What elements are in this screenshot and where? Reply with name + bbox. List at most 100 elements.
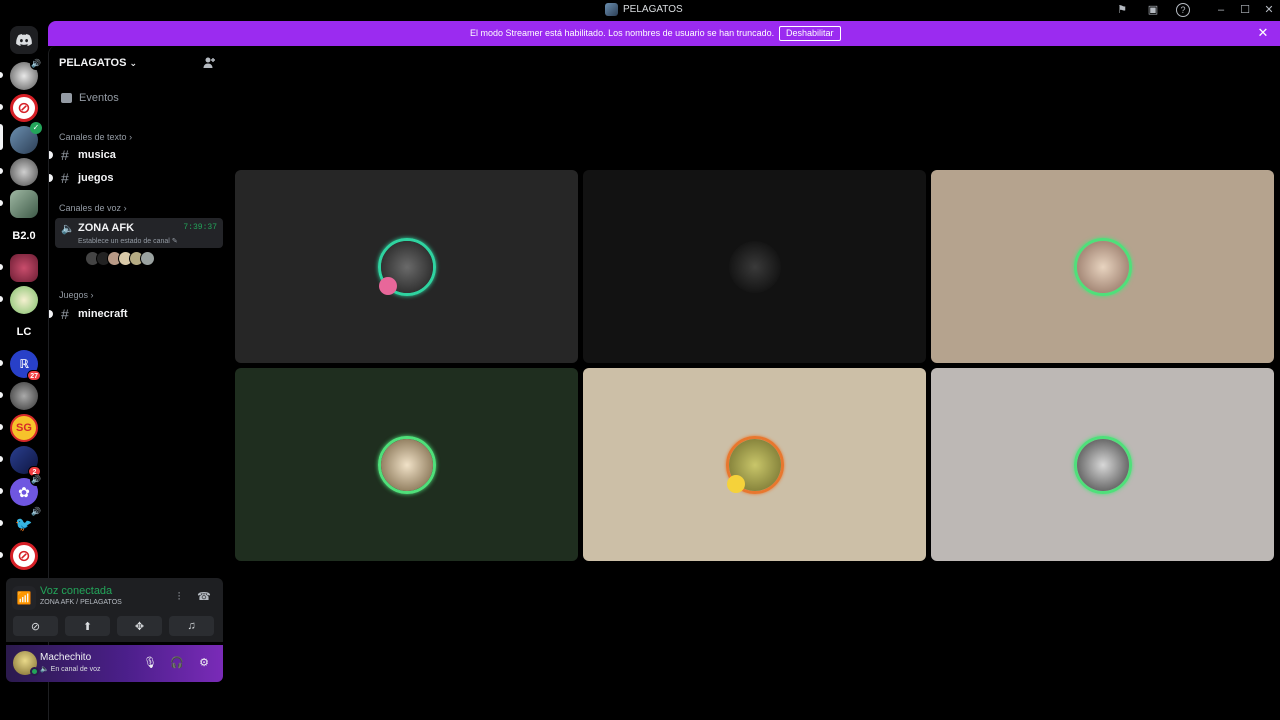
channel-status-hint[interactable]: Establece un estado de canal ✎ [78,237,178,245]
minimize-icon[interactable]: – [1214,3,1228,17]
voice-channel-zona-afk[interactable]: 🔈 ZONA AFK 7:39:37 Establece un estado d… [55,218,223,248]
voice-connected-title[interactable]: Voz conectada [40,585,112,597]
server-icon[interactable]: B2.0 [10,222,38,250]
server-icon[interactable]: 2 [10,446,41,477]
unread-pill [0,168,3,174]
pencil-icon: ✎ [171,238,178,245]
streamer-mode-text: El modo Streamer está habilitado. Los no… [470,28,775,38]
server-label: B2.0 [12,230,36,242]
maximize-icon[interactable]: ☐ [1238,3,1252,17]
server-icon [605,3,618,16]
camera-off-button[interactable]: ⊘ [13,616,58,636]
window-title-text: PELAGATOS [623,4,683,15]
activities-icon: ✥ [134,620,145,633]
unread-pill [0,424,3,430]
participant-tile[interactable] [235,170,578,363]
signal-icon[interactable]: 📶 [12,586,36,610]
channel-musica[interactable]: # musica [61,146,221,164]
server-icon[interactable]: ⊘ [10,542,38,570]
unread-indicator [49,151,53,159]
add-member-icon[interactable] [202,56,216,70]
avatar [380,438,433,491]
events-label: Eventos [79,92,119,104]
username[interactable]: Machechito [40,652,91,663]
avatar [728,240,781,293]
status-hint-text: Establece un estado de canal [78,238,170,245]
screen-share-icon[interactable]: ▣ [1146,3,1160,17]
home-button[interactable] [10,26,38,54]
unread-pill [0,520,3,526]
speaker-icon: 🔈 [40,666,49,673]
donut-decoration-icon [379,277,397,295]
unread-pill [0,552,3,558]
user-status: 🔈 En canal de voz [40,665,100,673]
server-icon[interactable]: ⊘ [10,94,38,122]
chevron-right-icon: › [129,132,133,142]
duck-decoration-icon [727,475,745,493]
server-icon[interactable] [10,254,38,282]
unread-pill [0,488,3,494]
activities-button[interactable]: ✥ [117,616,162,636]
category-label: Juegos [59,290,89,300]
server-icon[interactable]: 🔊 [10,58,42,90]
online-status-icon [30,667,39,676]
category-games[interactable]: Juegos › [59,290,94,300]
server-icon[interactable]: 🐦 🔊 [10,506,42,538]
help-icon[interactable]: ? [1176,3,1190,17]
speaker-icon: 🔊 [30,506,42,518]
voice-timer: 7:39:37 [183,223,217,232]
category-voice-channels[interactable]: Canales de voz › [59,203,127,213]
unread-indicator [49,174,53,182]
close-window-icon[interactable]: ✕ [1262,3,1276,17]
user-panel: Machechito 🔈 En canal de voz 🎙 🎧 ⚙ [6,645,223,682]
inbox-icon[interactable]: ⚑ [1115,3,1129,17]
chevron-down-icon: ⌄ [129,57,137,68]
mention-badge: 27 [27,370,41,381]
soundboard-icon: ♫ [187,620,196,632]
unread-pill [0,456,3,462]
disable-streamer-button[interactable]: Deshabilitar [779,26,841,41]
hash-icon: # [61,147,69,163]
chevron-right-icon: › [90,290,94,300]
channel-minecraft[interactable]: # minecraft [61,305,221,323]
server-icon[interactable]: ✿ 🔊 [10,474,42,506]
title-bar: PELAGATOS ⚑ ▣ ? – ☐ ✕ [0,0,1280,21]
participant-tile[interactable] [931,368,1274,561]
hash-icon: # [61,306,69,322]
server-icon[interactable]: SG [10,414,38,442]
server-icon[interactable] [10,286,38,314]
events-item[interactable]: Eventos [61,92,119,104]
window-title: PELAGATOS [605,3,683,16]
noise-suppression-icon[interactable]: ⫶ [172,590,186,604]
voice-user-avatars [85,251,155,266]
voice-location[interactable]: ZONA AFK / PELAGATOS [40,599,122,606]
participant-tile[interactable] [931,170,1274,363]
soundboard-button[interactable]: ♫ [169,616,214,636]
server-icon[interactable]: LC [10,318,38,346]
channel-juegos[interactable]: # juegos [61,169,221,187]
participant-tile[interactable] [583,368,926,561]
category-text-channels[interactable]: Canales de texto › [59,132,132,142]
server-icon[interactable] [10,158,38,186]
disconnect-icon[interactable]: ☎ [197,590,211,604]
channel-label: juegos [78,172,114,184]
headphones-icon[interactable]: 🎧 [170,656,184,670]
microphone-icon[interactable]: 🎙 [143,656,157,670]
avatar[interactable] [140,251,155,266]
user-status-text: En canal de voz [50,666,101,673]
unread-indicator [49,310,53,318]
unread-pill [0,104,3,110]
server-icon-pelagatos[interactable]: ✓ [10,122,42,154]
unread-pill [0,200,3,206]
participant-tile[interactable] [583,170,926,363]
screen-share-button[interactable]: ⬆ [65,616,110,636]
server-icon[interactable]: ℝ 27 [10,350,41,381]
participant-tile[interactable] [235,368,578,561]
settings-gear-icon[interactable]: ⚙ [197,656,211,670]
server-icon[interactable] [10,382,38,410]
unread-pill [0,264,3,270]
avatar [1076,438,1129,491]
server-icon[interactable] [10,190,38,218]
server-header[interactable]: PELAGATOS ⌄ [59,56,219,70]
close-banner-icon[interactable]: ✕ [1256,26,1270,40]
